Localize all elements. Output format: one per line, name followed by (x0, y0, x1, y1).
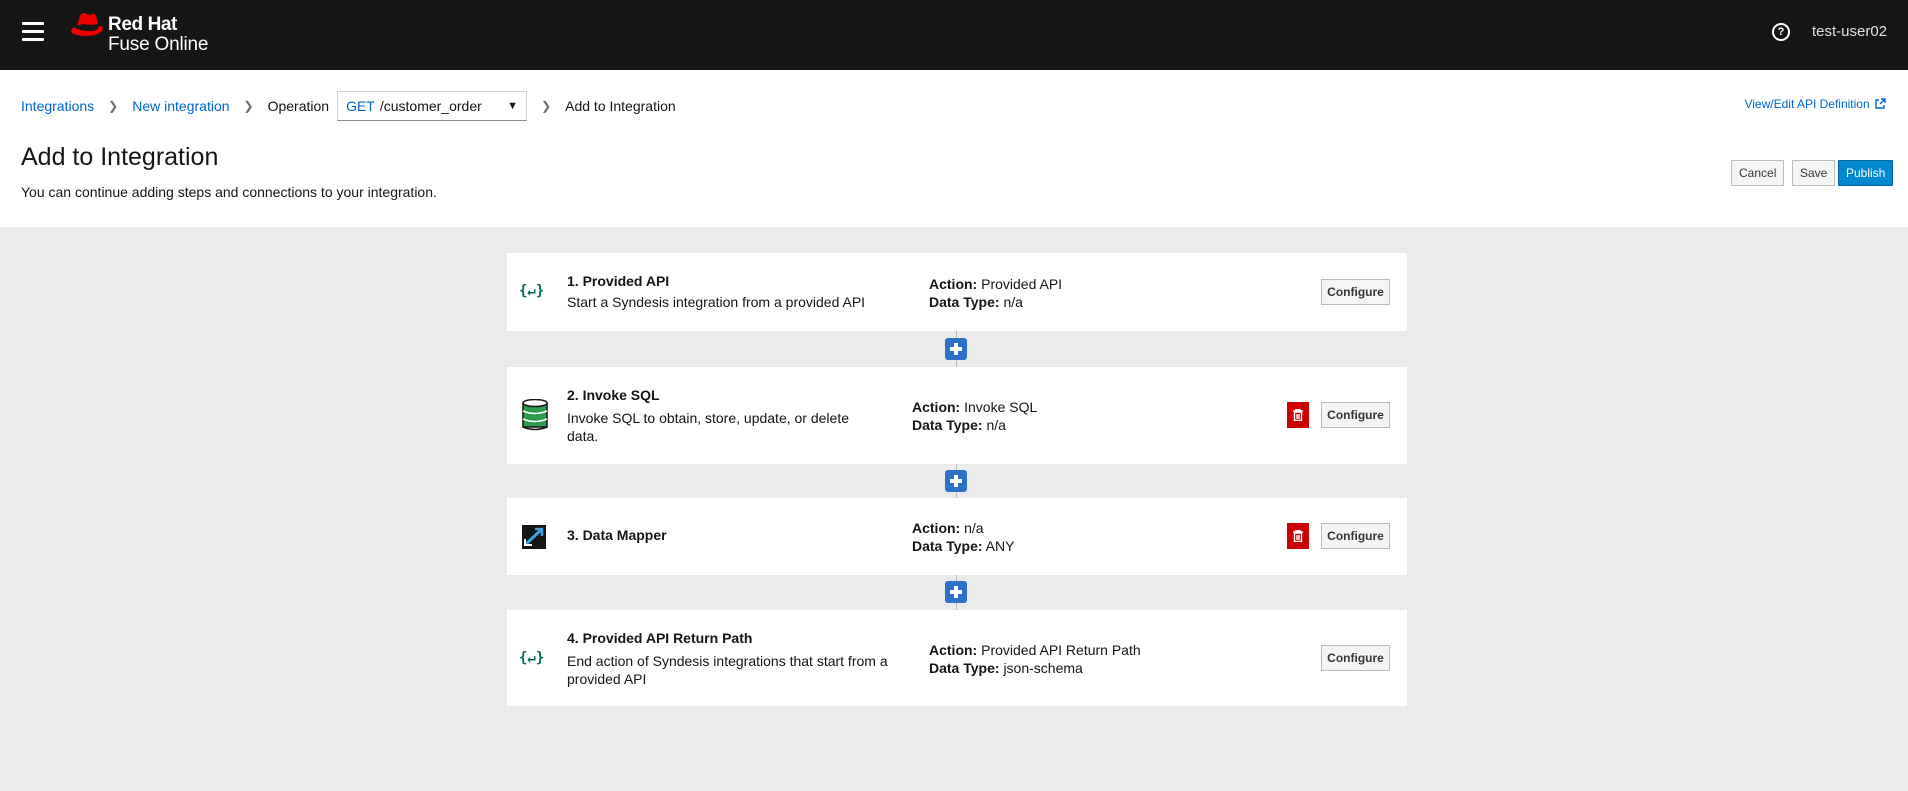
chevron-right-icon: ❯ (243, 99, 254, 113)
cancel-button[interactable]: Cancel (1731, 160, 1785, 186)
data-type-label: Data Type: (912, 538, 983, 554)
data-type-value: n/a (1003, 294, 1023, 310)
operation-label: Operation (267, 98, 330, 114)
step-title: 2. Invoke SQL (567, 387, 660, 403)
add-step-button[interactable] (945, 470, 967, 492)
page-title: Add to Integration (21, 143, 219, 171)
breadcrumb-integrations[interactable]: Integrations (21, 98, 94, 114)
data-mapper-icon (522, 525, 546, 549)
step-card-invoke-sql: 2. Invoke SQL Invoke SQL to obtain, stor… (507, 367, 1407, 464)
configure-button[interactable]: Configure (1321, 523, 1390, 549)
action-value: Provided API Return Path (981, 642, 1141, 658)
api-icon: {↵} (519, 283, 545, 299)
top-navbar: Red Hat Fuse Online ? test-user02 (0, 0, 1908, 70)
delete-step-button[interactable] (1287, 523, 1309, 549)
data-type-value: json-schema (1003, 660, 1083, 676)
breadcrumb-new-integration[interactable]: New integration (132, 98, 229, 114)
help-icon[interactable]: ? (1772, 23, 1790, 41)
action-value: n/a (964, 520, 984, 536)
operation-method: GET (346, 98, 375, 114)
trash-icon (1293, 530, 1303, 542)
action-value: Provided API (981, 276, 1063, 292)
configure-button[interactable]: Configure (1321, 645, 1390, 671)
configure-button[interactable]: Configure (1321, 279, 1390, 305)
step-description: Start a Syndesis integration from a prov… (567, 294, 866, 310)
hamburger-icon[interactable] (22, 22, 44, 42)
step-meta: Action: Invoke SQL Data Type: n/a (912, 398, 1037, 434)
step-meta: Action: n/a Data Type: ANY (912, 519, 1014, 555)
data-type-label: Data Type: (929, 294, 1000, 310)
step-title: 4. Provided API Return Path (567, 630, 753, 646)
external-link-icon (1875, 98, 1886, 109)
action-label: Action: (912, 520, 961, 536)
view-edit-api-link[interactable]: View/Edit API Definition (1744, 97, 1886, 111)
operation-path: /customer_order (379, 98, 482, 114)
step-card-data-mapper: 3. Data Mapper Action: n/a Data Type: AN… (507, 498, 1407, 575)
add-step-button[interactable] (945, 338, 967, 360)
configure-button[interactable]: Configure (1321, 402, 1390, 428)
action-label: Action: (912, 399, 961, 415)
step-meta: Action: Provided API Data Type: n/a (929, 275, 1062, 311)
redhat-logo-icon (71, 12, 103, 36)
action-label: Action: (929, 642, 978, 658)
step-meta: Action: Provided API Return Path Data Ty… (929, 641, 1141, 677)
add-step-button[interactable] (945, 581, 967, 603)
step-card-provided-api: {↵} 1. Provided API Start a Syndesis int… (507, 253, 1407, 331)
chevron-right-icon: ❯ (108, 99, 119, 113)
page-description: You can continue adding steps and connec… (21, 184, 437, 200)
data-type-label: Data Type: (929, 660, 1000, 676)
data-type-label: Data Type: (912, 417, 983, 433)
page-header: Integrations ❯ New integration ❯ Operati… (0, 70, 1908, 227)
step-title: 1. Provided API (567, 273, 670, 289)
brand-line1: Red Hat (108, 14, 177, 35)
chevron-right-icon: ❯ (541, 99, 552, 113)
breadcrumb-current: Add to Integration (565, 98, 676, 114)
view-edit-api-label: View/Edit API Definition (1744, 97, 1870, 111)
data-type-value: n/a (986, 417, 1006, 433)
action-label: Action: (929, 276, 978, 292)
step-description: Invoke SQL to obtain, store, update, or … (567, 410, 849, 444)
step-title: 3. Data Mapper (567, 527, 667, 543)
publish-button[interactable]: Publish (1838, 160, 1894, 186)
save-button[interactable]: Save (1792, 160, 1836, 186)
brand-line2: Fuse Online (108, 34, 209, 55)
action-value: Invoke SQL (964, 399, 1038, 415)
step-card-provided-api-return-path: {↵} 4. Provided API Return Path End acti… (507, 610, 1407, 706)
trash-icon (1293, 409, 1303, 421)
breadcrumb: Integrations ❯ New integration ❯ Operati… (21, 90, 676, 122)
database-icon (522, 399, 548, 431)
data-type-value: ANY (985, 538, 1015, 554)
api-icon: {↵} (519, 650, 545, 666)
delete-step-button[interactable] (1287, 402, 1309, 428)
operation-select[interactable]: GET /customer_order ▼ (337, 91, 528, 121)
caret-down-icon: ▼ (507, 100, 519, 112)
user-menu[interactable]: test-user02 (1812, 23, 1887, 40)
step-description: End action of Syndesis integrations that… (567, 653, 888, 687)
